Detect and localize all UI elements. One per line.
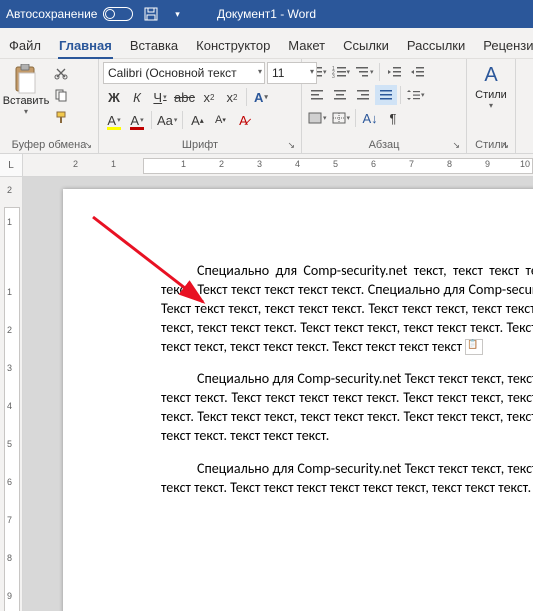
title-bar: Автосохранение ▾ Документ1 - Word bbox=[0, 0, 533, 28]
subscript-button[interactable]: x2 bbox=[198, 87, 220, 107]
group-label-clipboard: Буфер обмена ↘ bbox=[4, 137, 94, 153]
svg-text:3: 3 bbox=[332, 74, 335, 78]
tab-design[interactable]: Конструктор bbox=[187, 33, 279, 58]
superscript-button[interactable]: x2 bbox=[221, 87, 243, 107]
group-clipboard: Вставить ▾ Буфер обмена ↘ bbox=[0, 59, 99, 153]
qat-dropdown-icon[interactable]: ▾ bbox=[169, 6, 185, 22]
strike-button[interactable]: abc bbox=[172, 87, 197, 107]
page: Специально для Comp-security.net текст, … bbox=[63, 189, 533, 611]
autosave-toggle-group: Автосохранение bbox=[6, 7, 133, 21]
page-body[interactable]: Специально для Comp-security.net текст, … bbox=[63, 189, 533, 532]
text-effects-button[interactable]: A▾ bbox=[250, 87, 272, 107]
horizontal-ruler[interactable]: 2 1 1 2 3 4 5 6 7 8 9 10 bbox=[23, 154, 533, 176]
align-right-button[interactable] bbox=[352, 85, 374, 105]
paragraph[interactable]: Специально для Comp-security.net Текст т… bbox=[161, 370, 533, 446]
group-label-paragraph: Абзац ↘ bbox=[306, 137, 462, 153]
group-styles: А Стили ▾ Стили ↘ bbox=[467, 59, 516, 153]
page-canvas[interactable]: Специально для Comp-security.net текст, … bbox=[23, 177, 533, 611]
launcher-icon[interactable]: ↘ bbox=[84, 140, 92, 151]
chevron-down-icon: ▾ bbox=[24, 107, 28, 116]
tab-layout[interactable]: Макет bbox=[279, 33, 334, 58]
launcher-icon[interactable]: ↘ bbox=[287, 140, 295, 151]
chevron-down-icon: ▾ bbox=[489, 101, 493, 110]
autosave-toggle[interactable] bbox=[103, 7, 133, 21]
styles-label-top[interactable]: Стили bbox=[475, 89, 507, 101]
borders-button[interactable]: ▾ bbox=[330, 108, 353, 128]
underline-button[interactable]: Ч▾ bbox=[149, 87, 171, 107]
multilevel-button[interactable]: ▾ bbox=[353, 62, 376, 82]
paragraph[interactable]: Специально для Comp-security.net Текст т… bbox=[161, 460, 533, 498]
format-painter-button[interactable] bbox=[51, 108, 71, 126]
clear-formatting-button[interactable]: A̷ bbox=[232, 110, 254, 130]
tab-review[interactable]: Рецензирова bbox=[474, 33, 533, 58]
align-center-button[interactable] bbox=[329, 85, 351, 105]
chevron-down-icon: ▾ bbox=[258, 67, 262, 76]
font-color-button[interactable]: A▾ bbox=[126, 110, 148, 130]
group-font: Calibri (Основной текст▾ 11▾ Ж К Ч▾ abc … bbox=[99, 59, 302, 153]
clipboard-icon bbox=[12, 64, 40, 94]
separator bbox=[355, 109, 356, 127]
tab-references[interactable]: Ссылки bbox=[334, 33, 398, 58]
paragraph[interactable]: Специально для Comp-security.net текст, … bbox=[161, 262, 533, 356]
separator bbox=[400, 86, 401, 104]
chevron-down-icon: ▾ bbox=[310, 67, 314, 76]
paste-options-button[interactable] bbox=[465, 339, 483, 355]
group-label-font: Шрифт ↘ bbox=[103, 137, 297, 153]
outdent-button[interactable] bbox=[383, 62, 405, 82]
italic-button[interactable]: К bbox=[126, 87, 148, 107]
tab-home[interactable]: Главная bbox=[50, 33, 121, 58]
launcher-icon[interactable]: ↘ bbox=[452, 140, 460, 151]
font-size-combo[interactable]: 11▾ bbox=[267, 62, 317, 84]
separator bbox=[182, 111, 183, 129]
launcher-icon[interactable]: ↘ bbox=[501, 140, 509, 151]
tab-mailings[interactable]: Рассылки bbox=[398, 33, 474, 58]
group-label-styles: Стили ↘ bbox=[471, 137, 511, 153]
highlight-button[interactable]: A▾ bbox=[103, 110, 125, 130]
separator bbox=[246, 88, 247, 106]
save-icon[interactable] bbox=[143, 6, 159, 22]
align-justify-button[interactable] bbox=[375, 85, 397, 105]
vertical-ruler[interactable]: 2 1 1 2 3 4 5 6 7 8 9 bbox=[0, 177, 23, 611]
ruler-row: L 2 1 1 2 3 4 5 6 7 8 9 10 bbox=[0, 154, 533, 177]
shading-button[interactable]: ▾ bbox=[306, 108, 329, 128]
grow-font-button[interactable]: A▴ bbox=[186, 110, 208, 130]
font-name-combo[interactable]: Calibri (Основной текст▾ bbox=[103, 62, 265, 84]
bold-button[interactable]: Ж bbox=[103, 87, 125, 107]
tab-insert[interactable]: Вставка bbox=[121, 33, 187, 58]
line-spacing-button[interactable]: ▾ bbox=[404, 85, 427, 105]
autosave-label: Автосохранение bbox=[6, 7, 97, 21]
numbering-button[interactable]: 123▾ bbox=[330, 62, 353, 82]
show-marks-button[interactable]: ¶ bbox=[382, 108, 404, 128]
indent-button[interactable] bbox=[406, 62, 428, 82]
paste-button[interactable]: Вставить ▾ bbox=[4, 62, 48, 116]
group-paragraph: ▾ 123▾ ▾ ▾ ▾ ▾ A↓ ¶ bbox=[302, 59, 467, 153]
sort-button[interactable]: A↓ bbox=[359, 108, 381, 128]
styles-icon[interactable]: А bbox=[484, 64, 497, 87]
tab-file[interactable]: Файл bbox=[0, 33, 50, 58]
document-area: 2 1 1 2 3 4 5 6 7 8 9 Специально для Com… bbox=[0, 177, 533, 611]
separator bbox=[151, 111, 152, 129]
ribbon: Вставить ▾ Буфер обмена ↘ bbox=[0, 59, 533, 154]
align-left-button[interactable] bbox=[306, 85, 328, 105]
change-case-button[interactable]: Aa▾ bbox=[155, 110, 179, 130]
copy-button[interactable] bbox=[51, 86, 71, 104]
separator bbox=[379, 63, 380, 81]
ribbon-tabs: Файл Главная Вставка Конструктор Макет С… bbox=[0, 28, 533, 59]
cut-button[interactable] bbox=[51, 64, 71, 82]
tab-selector[interactable]: L bbox=[0, 154, 23, 176]
shrink-font-button[interactable]: A▾ bbox=[209, 110, 231, 130]
paste-label: Вставить bbox=[3, 95, 50, 107]
